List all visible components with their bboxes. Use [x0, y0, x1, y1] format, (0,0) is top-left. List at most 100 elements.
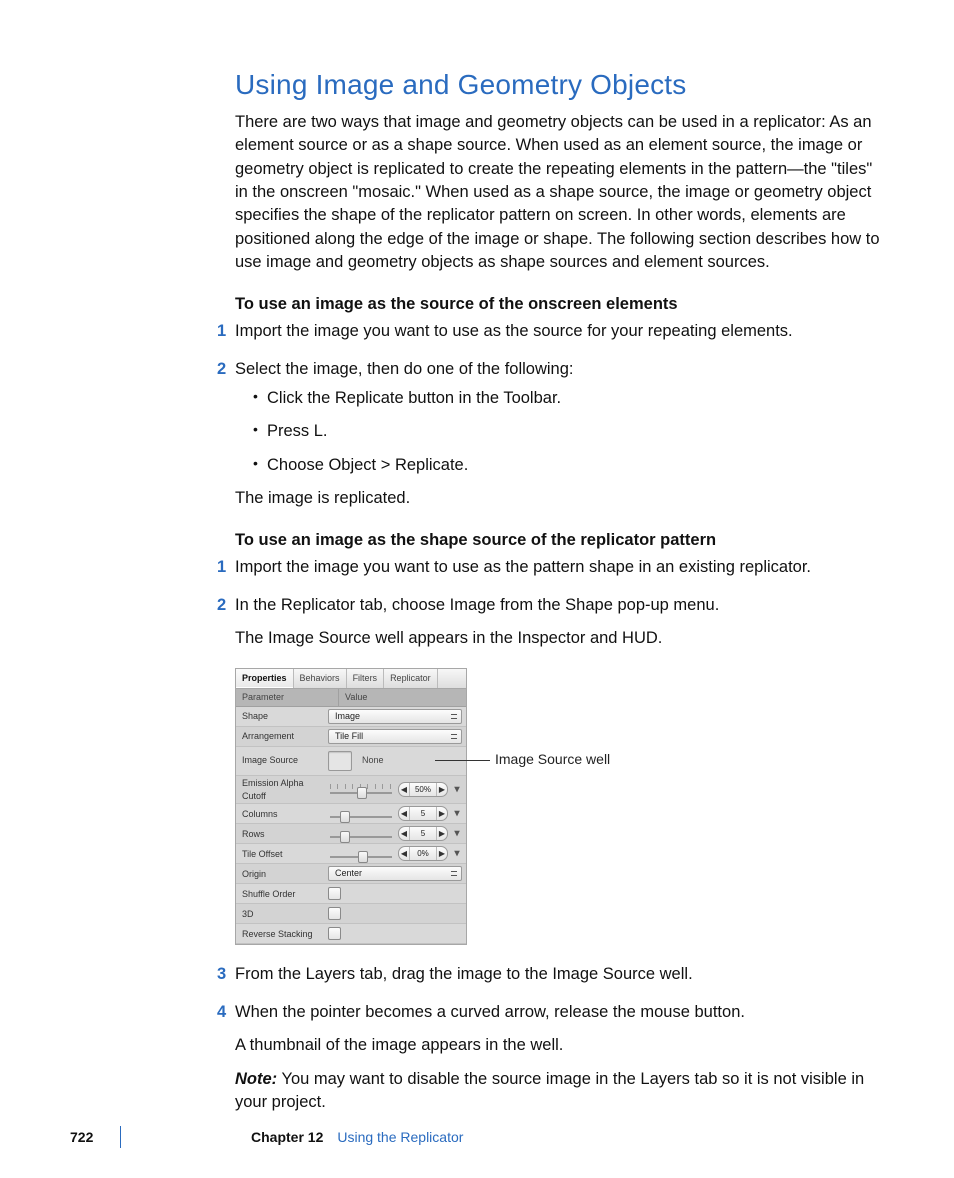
step-text: Select the image, then do one of the fol…: [235, 360, 573, 378]
note-label: Note:: [235, 1070, 277, 1088]
chevron-left-icon[interactable]: ◀: [399, 808, 409, 819]
step-result: A thumbnail of the image appears in the …: [235, 1034, 884, 1057]
tab-properties[interactable]: Properties: [236, 669, 294, 688]
chevron-right-icon[interactable]: ▶: [437, 828, 447, 839]
content-column: Using Image and Geometry Objects There a…: [235, 65, 884, 1114]
tab-bar: Properties Behaviors Filters Replicator: [236, 669, 466, 689]
step-number: 3: [217, 963, 226, 986]
param-label: Emission Alpha Cutoff: [240, 777, 328, 803]
rows-value: 5: [409, 827, 437, 840]
tile-offset-slider[interactable]: [328, 847, 394, 861]
tile-offset-value: 0%: [409, 847, 437, 860]
step-number: 4: [217, 1001, 226, 1024]
step-text: From the Layers tab, drag the image to t…: [235, 965, 693, 983]
callout-leader-line: [435, 760, 490, 761]
note-paragraph: Note: You may want to disable the source…: [235, 1068, 884, 1115]
row-image-source: Image Source None: [236, 747, 466, 776]
procedure-1-title: To use an image as the source of the ons…: [235, 293, 884, 316]
page-footer: 722 Chapter 12 Using the Replicator: [70, 1126, 884, 1148]
row-emission-alpha-cutoff: Emission Alpha Cutoff: [236, 776, 466, 805]
chevron-right-icon[interactable]: ▶: [437, 784, 447, 795]
row-3d: 3D: [236, 904, 466, 924]
eac-stepper[interactable]: ◀ 50% ▶: [398, 782, 448, 797]
footer-divider: [120, 1126, 121, 1148]
tab-filters[interactable]: Filters: [347, 669, 385, 688]
eac-slider[interactable]: [328, 783, 394, 797]
param-menu-icon[interactable]: ▾: [452, 807, 462, 821]
column-headers: Parameter Value: [236, 689, 466, 707]
param-label: Image Source: [240, 754, 328, 767]
step-text: Import the image you want to use as the …: [235, 322, 793, 340]
step-result: The image is replicated.: [235, 487, 884, 510]
arrangement-popup[interactable]: Tile Fill: [328, 729, 462, 744]
image-source-value: None: [362, 754, 384, 767]
chevron-left-icon[interactable]: ◀: [399, 828, 409, 839]
procedure-2-title: To use an image as the shape source of t…: [235, 529, 884, 552]
param-menu-icon[interactable]: ▾: [452, 847, 462, 861]
step-number: 1: [217, 556, 226, 579]
page: Using Image and Geometry Objects There a…: [0, 0, 954, 1178]
rows-slider[interactable]: [328, 827, 394, 841]
param-label: Rows: [240, 828, 328, 841]
intro-paragraph: There are two ways that image and geomet…: [235, 111, 884, 275]
param-menu-icon[interactable]: ▾: [452, 827, 462, 841]
step-number: 1: [217, 320, 226, 343]
tile-offset-stepper[interactable]: ◀ 0% ▶: [398, 846, 448, 861]
procedure-1-steps: 1 Import the image you want to use as th…: [235, 320, 884, 511]
step-text: Import the image you want to use as the …: [235, 558, 811, 576]
inspector-figure: Properties Behaviors Filters Replicator …: [235, 668, 884, 943]
param-label: Origin: [240, 868, 328, 881]
param-label: 3D: [240, 908, 328, 921]
reverse-stacking-checkbox[interactable]: [328, 927, 341, 940]
step-text: In the Replicator tab, choose Image from…: [235, 596, 719, 614]
chevron-left-icon[interactable]: ◀: [399, 848, 409, 859]
columns-stepper[interactable]: ◀ 5 ▶: [398, 806, 448, 821]
eac-value: 50%: [409, 783, 437, 796]
row-shape: Shape Image: [236, 707, 466, 727]
param-menu-icon[interactable]: ▾: [452, 783, 462, 797]
columns-value: 5: [409, 807, 437, 820]
step-result: The Image Source well appears in the Ins…: [235, 627, 884, 650]
row-shuffle-order: Shuffle Order: [236, 884, 466, 904]
bullet-item: Click the Replicate button in the Toolba…: [253, 387, 884, 410]
header-parameter: Parameter: [236, 689, 339, 706]
tab-replicator[interactable]: Replicator: [384, 669, 438, 688]
row-arrangement: Arrangement Tile Fill: [236, 727, 466, 747]
row-columns: Columns ◀ 5 ▶: [236, 804, 466, 824]
procedure-2-steps: 1 Import the image you want to use as th…: [235, 556, 884, 1114]
chevron-right-icon[interactable]: ▶: [437, 808, 447, 819]
row-rows: Rows ◀ 5 ▶: [236, 824, 466, 844]
rows-stepper[interactable]: ◀ 5 ▶: [398, 826, 448, 841]
tab-behaviors[interactable]: Behaviors: [294, 669, 347, 688]
callout-label: Image Source well: [495, 750, 610, 770]
chevron-right-icon[interactable]: ▶: [437, 848, 447, 859]
step-number: 2: [217, 594, 226, 617]
param-label: Tile Offset: [240, 848, 328, 861]
bullet-item: Choose Object > Replicate.: [253, 454, 884, 477]
shuffle-checkbox[interactable]: [328, 887, 341, 900]
row-reverse-stacking: Reverse Stacking: [236, 924, 466, 944]
section-heading: Using Image and Geometry Objects: [235, 65, 884, 105]
page-number: 722: [70, 1128, 120, 1148]
step-text: When the pointer becomes a curved arrow,…: [235, 1003, 745, 1021]
step-number: 2: [217, 358, 226, 381]
columns-slider[interactable]: [328, 807, 394, 821]
inspector-panel: Properties Behaviors Filters Replicator …: [235, 668, 467, 945]
bullet-item: Press L.: [253, 420, 884, 443]
header-value: Value: [339, 689, 466, 706]
param-label: Arrangement: [240, 730, 328, 743]
param-label: Reverse Stacking: [240, 928, 328, 941]
param-label: Columns: [240, 808, 328, 821]
shape-popup[interactable]: Image: [328, 709, 462, 724]
param-label: Shape: [240, 710, 328, 723]
chevron-left-icon[interactable]: ◀: [399, 784, 409, 795]
row-tile-offset: Tile Offset ◀ 0% ▶: [236, 844, 466, 864]
image-source-well[interactable]: [328, 751, 352, 771]
origin-popup[interactable]: Center: [328, 866, 462, 881]
bullet-list: Click the Replicate button in the Toolba…: [253, 387, 884, 477]
chapter-title: Using the Replicator: [337, 1128, 463, 1148]
param-label: Shuffle Order: [240, 888, 328, 901]
chapter-label: Chapter 12: [251, 1128, 323, 1148]
row-origin: Origin Center: [236, 864, 466, 884]
3d-checkbox[interactable]: [328, 907, 341, 920]
